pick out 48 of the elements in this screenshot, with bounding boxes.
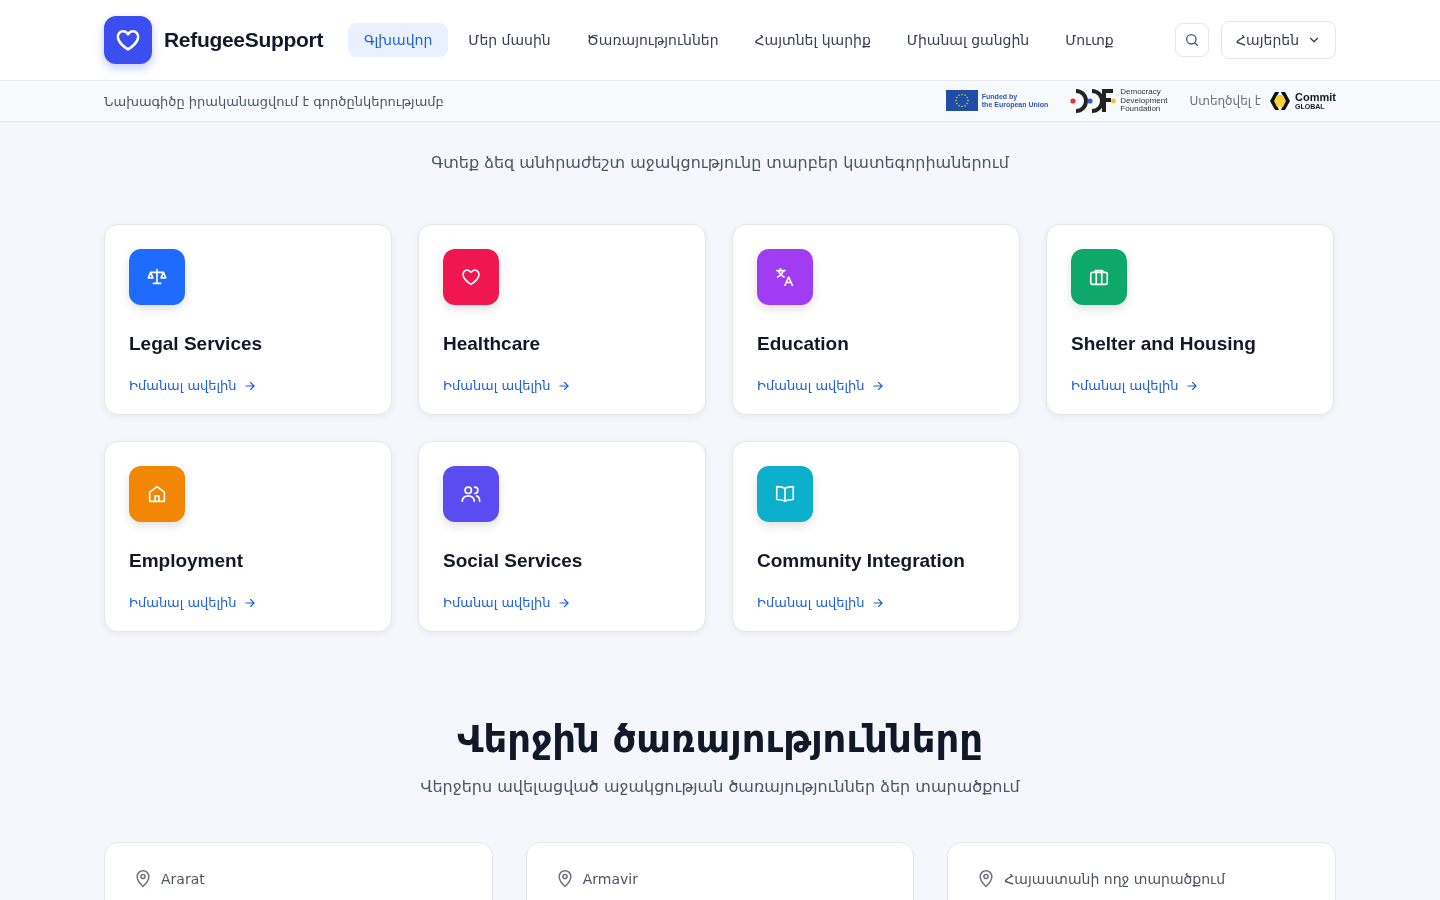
nav-link[interactable]: Հայտնել կարիք [738,23,887,57]
category-card[interactable]: Social Services Իմանալ ավելին [418,441,706,632]
section-subtitle: Վերջերս ավելացված աջակցության ծառայություններ ձեր տարածքում [419,777,1021,796]
search-button[interactable] [1175,23,1210,57]
category-card[interactable]: Education Իմանալ ավելին [732,224,1020,415]
category-card[interactable]: Legal Services Իմանալ ավելին [104,224,392,415]
nav-link[interactable]: Մեր մասին [452,23,567,57]
card-title: Healthcare [443,333,542,355]
location-label: Ararat [161,871,205,887]
search-icon [1184,32,1201,48]
heart-logo-icon[interactable] [104,16,152,64]
nav-link[interactable]: Միանալ ցանցին [890,23,1046,57]
ddf-logo-text: Democracy Development Foundation [1120,87,1168,115]
learn-more-link[interactable]: Իմանալ ավելին [443,378,571,393]
category-card[interactable]: Healthcare Իմանալ ավելին [418,224,706,415]
nav-link[interactable]: Ծառայություններ [570,23,735,57]
category-card[interactable]: Community Integration Իմանալ ավելին [732,441,1020,632]
category-card[interactable]: Shelter and Housing Իմանալ ավելին [1046,224,1334,415]
card-title: Community Integration [757,550,966,572]
eu-flag-icon [945,90,978,112]
service-card[interactable]: Ararat [104,842,493,900]
card-title: Education [757,333,850,355]
nav-link[interactable]: Գլխավոր [348,23,449,57]
card-title: Social Services [443,550,584,572]
card-title: Employment [129,550,245,572]
section-title: Վերջին ծառայությունները [456,718,984,761]
learn-more-link[interactable]: Իմանալ ավելին [443,595,571,610]
learn-more-link[interactable]: Իմանալ ավելին [129,595,257,610]
language-dropdown[interactable]: Հայերեն [1221,21,1336,59]
brand-name[interactable]: RefugeeSupport [164,28,324,52]
service-card[interactable]: Armavir [525,842,915,900]
learn-more-link[interactable]: Իմանալ ավելին [757,595,885,610]
ddf-logo-icon [1070,88,1117,114]
nav-link[interactable]: Մուտք [1049,23,1130,57]
service-card[interactable]: Հայաստանի ողջ տարածքում [947,842,1336,900]
learn-more-link[interactable]: Իմանալ ավելին [757,378,885,393]
location-pin-icon [133,869,153,889]
location-label: Հայաստանի ողջ տարածքում [1004,871,1226,887]
location-label: Armavir [582,871,638,887]
card-title: Shelter and Housing [1071,333,1257,355]
commit-logo-icon [1269,91,1292,111]
category-card[interactable]: Employment Իմանալ ավելին [104,441,392,632]
card-title: Legal Services [129,333,264,355]
section-subtitle: Գտեք ձեզ անհրաժեշտ աջակցությունը տարբեր կատեգորիաներում [430,153,1010,172]
learn-more-link[interactable]: Իմանալ ավելին [129,378,257,393]
partnership-text: Նախագիծը իրականացվում է գործընկերությամբ [104,93,444,109]
learn-more-link[interactable]: Իմանալ ավելին [1071,378,1199,393]
created-by-label: Ստեղծվել է [1189,94,1262,108]
